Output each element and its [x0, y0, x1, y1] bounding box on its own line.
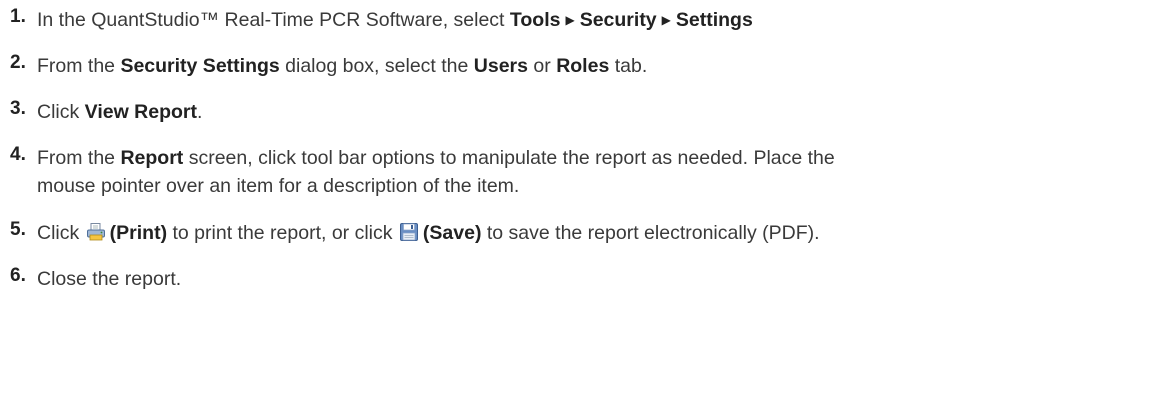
step-text: From the — [37, 147, 121, 169]
step-4: 4. From the Report screen, click tool ba… — [0, 144, 1159, 200]
step-text: mouse pointer over an item for a descrip… — [37, 175, 520, 197]
step-text: In the QuantStudio™ Real-Time PCR Softwa… — [37, 9, 510, 31]
save-label: (Save) — [422, 222, 482, 244]
menu-tools: Tools — [509, 9, 561, 31]
print-label: (Print) — [109, 222, 168, 244]
step-6: 6. Close the report. — [0, 265, 1159, 293]
step-5: 5. Click (Print) to print the report, or… — [0, 219, 1159, 247]
roles-tab-label: Roles — [556, 55, 610, 77]
printer-icon — [86, 222, 106, 242]
step-number: 6. — [10, 265, 26, 286]
security-settings-dialog-label: Security Settings — [120, 55, 280, 77]
step-text: dialog box, select the — [279, 55, 474, 77]
step-text: or — [528, 55, 557, 77]
step-3: 3. Click View Report. — [0, 98, 1159, 126]
step-text: From the — [37, 55, 121, 77]
step-number: 5. — [10, 219, 26, 240]
step-text: . — [197, 101, 203, 123]
step-text: Click — [37, 101, 85, 123]
floppy-disk-icon — [399, 222, 419, 242]
step-number: 3. — [10, 98, 26, 119]
view-report-label: View Report — [84, 101, 198, 123]
step-text: Click — [37, 222, 85, 244]
step-number: 2. — [10, 52, 26, 73]
menu-security: Security — [579, 9, 657, 31]
step-text: to save the report electronically (PDF). — [481, 222, 820, 244]
report-screen-label: Report — [120, 147, 184, 169]
menu-arrow-icon: ▶ — [565, 13, 575, 27]
menu-arrow-icon: ▶ — [661, 13, 671, 27]
menu-settings: Settings — [675, 9, 753, 31]
step-text: tab. — [609, 55, 648, 77]
procedure-steps: 1. In the QuantStudio™ Real-Time PCR Sof… — [0, 0, 1159, 293]
step-number: 4. — [10, 144, 26, 165]
step-number: 1. — [10, 6, 26, 27]
step-text: screen, click tool bar options to manipu… — [183, 147, 835, 169]
step-1: 1. In the QuantStudio™ Real-Time PCR Sof… — [0, 6, 1159, 34]
step-2: 2. From the Security Settings dialog box… — [0, 52, 1159, 80]
step-text: to print the report, or click — [167, 222, 398, 244]
step-text: Close the report. — [37, 268, 182, 290]
users-tab-label: Users — [473, 55, 528, 77]
